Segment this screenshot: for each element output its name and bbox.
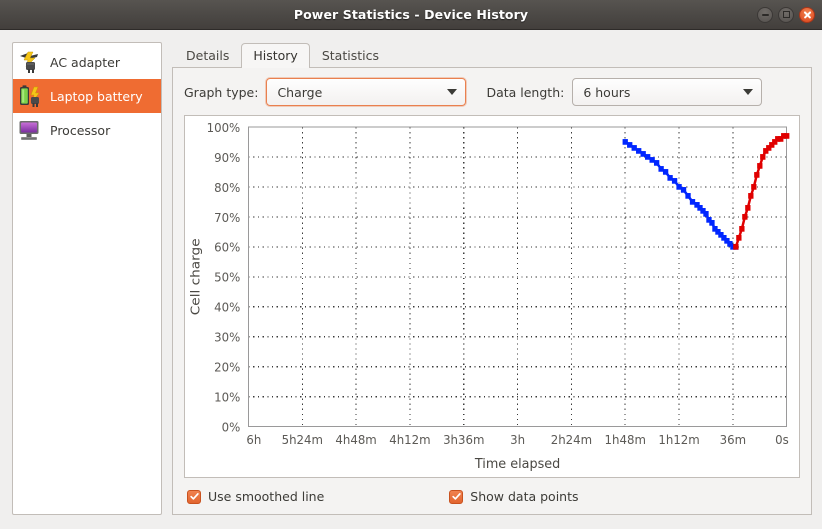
svg-text:30%: 30% — [214, 330, 240, 344]
show-data-points-option[interactable]: Show data points — [449, 489, 579, 504]
tab-history[interactable]: History — [241, 43, 310, 68]
svg-text:1h12m: 1h12m — [658, 433, 699, 447]
close-button[interactable] — [799, 6, 815, 23]
data-length-dropdown[interactable]: 6 hours — [572, 78, 763, 106]
power-statistics-window: Power Statistics - Device History AC ada… — [0, 0, 822, 529]
titlebar: Power Statistics - Device History — [0, 0, 822, 30]
window-body: AC adapter Laptop battery Processor Deta… — [0, 30, 822, 529]
svg-text:0%: 0% — [222, 420, 241, 434]
svg-text:40%: 40% — [214, 300, 240, 314]
data-length-value: 6 hours — [583, 84, 631, 100]
history-graph-canvas: 0% 10% 20% 30% 40% 50% 60% 70% 80% 90% 100% 6h 5h24m… — [189, 121, 790, 472]
history-graph: 0% 10% 20% 30% 40% 50% 60% 70% 80% 90% 100% 6h 5h24m… — [184, 115, 800, 478]
minimize-button[interactable] — [757, 6, 773, 23]
use-smoothed-line-option[interactable]: Use smoothed line — [187, 489, 324, 504]
main-pane: Details History Statistics Graph type: C… — [172, 42, 812, 515]
tab-statistics[interactable]: Statistics — [310, 43, 391, 68]
maximize-icon — [782, 11, 790, 18]
sidebar-item-label: AC adapter — [50, 54, 120, 70]
svg-text:Cell charge: Cell charge — [189, 238, 203, 315]
ac-adapter-icon — [20, 51, 38, 73]
graph-controls: Graph type: Charge Data length: 6 hours — [184, 78, 800, 106]
sidebar-item-label: Processor — [50, 122, 111, 138]
check-icon — [189, 493, 199, 500]
svg-text:70%: 70% — [214, 210, 240, 224]
svg-text:6h: 6h — [246, 433, 261, 447]
minimize-icon — [761, 13, 769, 16]
show-data-points-checkbox[interactable] — [449, 489, 464, 504]
svg-text:4h48m: 4h48m — [335, 433, 376, 447]
chevron-down-icon — [447, 89, 458, 95]
svg-text:5h24m: 5h24m — [282, 433, 323, 447]
graph-type-dropdown[interactable]: Charge — [266, 78, 467, 106]
check-icon — [452, 493, 461, 500]
battery-icon — [20, 85, 40, 107]
svg-text:3h36m: 3h36m — [443, 433, 484, 447]
svg-text:Time elapsed: Time elapsed — [474, 457, 560, 472]
graph-type-label: Graph type: — [184, 84, 259, 100]
svg-text:100%: 100% — [207, 121, 241, 135]
svg-text:20%: 20% — [214, 360, 240, 374]
sidebar-item-ac-adapter[interactable]: AC adapter — [13, 45, 161, 79]
use-smoothed-line-checkbox[interactable] — [187, 489, 201, 504]
svg-text:80%: 80% — [214, 180, 240, 194]
tab-details[interactable]: Details — [174, 43, 241, 68]
sidebar-item-laptop-battery[interactable]: Laptop battery — [13, 79, 161, 113]
sidebar-item-processor[interactable]: Processor — [13, 113, 161, 147]
svg-text:36m: 36m — [720, 433, 746, 447]
svg-text:0s: 0s — [775, 433, 789, 447]
show-data-points-label: Show data points — [470, 489, 579, 504]
device-list: AC adapter Laptop battery Processor — [12, 42, 162, 515]
window-controls — [757, 0, 815, 29]
chevron-down-icon — [743, 89, 754, 95]
graph-type-value: Charge — [277, 84, 323, 100]
svg-text:60%: 60% — [214, 240, 240, 254]
svg-text:1h48m: 1h48m — [605, 433, 646, 447]
svg-text:2h24m: 2h24m — [551, 433, 592, 447]
graph-options: Use smoothed line Show data points — [184, 489, 800, 504]
svg-text:10%: 10% — [214, 390, 240, 404]
use-smoothed-line-label: Use smoothed line — [208, 489, 325, 504]
svg-text:4h12m: 4h12m — [389, 433, 430, 447]
svg-text:90%: 90% — [214, 150, 240, 164]
tab-bar: Details History Statistics — [172, 42, 812, 68]
maximize-button[interactable] — [778, 6, 794, 23]
processor-icon — [19, 121, 39, 140]
data-length-label: Data length: — [486, 84, 565, 100]
sidebar-item-label: Laptop battery — [50, 88, 143, 104]
window-title: Power Statistics - Device History — [293, 7, 529, 22]
svg-text:3h: 3h — [510, 433, 525, 447]
history-tab-panel: Graph type: Charge Data length: 6 hours … — [172, 68, 812, 515]
svg-text:50%: 50% — [214, 270, 240, 284]
close-icon — [803, 10, 812, 19]
